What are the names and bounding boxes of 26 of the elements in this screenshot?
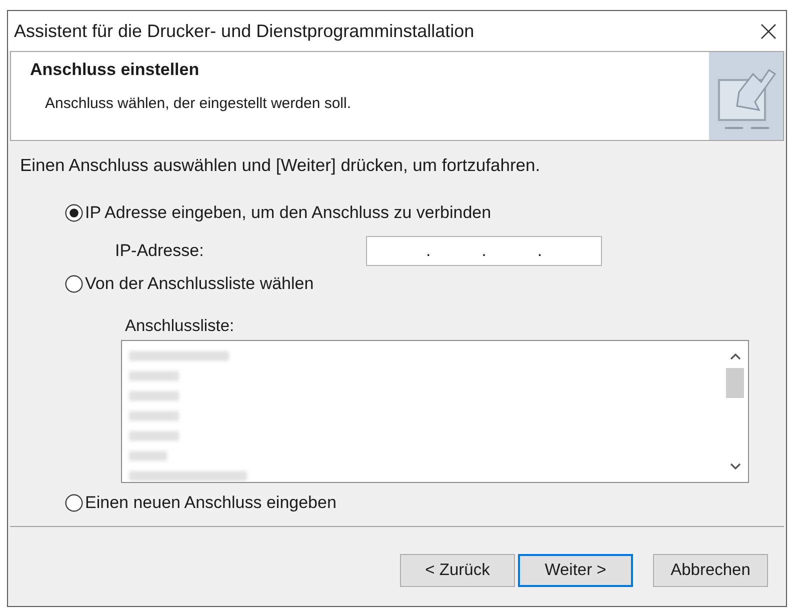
dialog-button[interactable]: Abbrechen [653, 554, 768, 587]
window-title: Assistent für die Drucker- und Dienstprogramminstallation [14, 20, 476, 42]
ip-address-field[interactable]: . . . [366, 236, 602, 266]
blurred-entry [129, 431, 179, 441]
ip-address-label: IP-Adresse: [115, 241, 205, 261]
close-button[interactable] [761, 24, 776, 38]
page-heading: Anschluss einstellen [30, 59, 200, 81]
option-label: Einen neuen Anschluss eingeben [85, 493, 336, 513]
blurred-entry [129, 411, 179, 421]
radio-button[interactable] [65, 204, 83, 222]
page-subtitle: Anschluss wählen, der eingestellt werden soll. [45, 95, 351, 113]
radio-button[interactable] [65, 275, 83, 293]
dialog-button[interactable]: < Zurück [400, 554, 515, 587]
port-list-label: Anschlussliste: [125, 316, 234, 336]
blurred-entry [129, 451, 167, 461]
instruction-text: Einen Anschluss auswählen und [Weiter] drücken, um fortzufahren. [20, 155, 540, 175]
blurred-entry [129, 371, 179, 381]
blurred-entry [129, 391, 179, 401]
close-icon [761, 24, 776, 38]
radio-button[interactable] [65, 494, 83, 512]
scroll-down-icon[interactable] [730, 463, 740, 470]
option-label: Von der Anschlussliste wählen [85, 274, 314, 294]
dialog-button[interactable]: Weiter > [518, 554, 633, 587]
scroll-up-icon[interactable] [730, 353, 740, 360]
scrollbar-thumb[interactable] [726, 368, 744, 398]
option-label: IP Adresse eingeben, um den Anschluss zu verbinden [85, 203, 492, 223]
